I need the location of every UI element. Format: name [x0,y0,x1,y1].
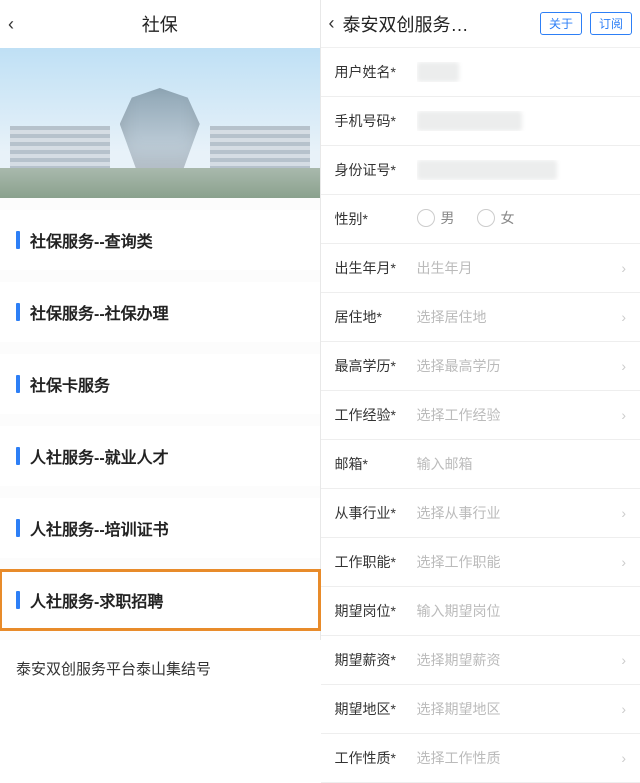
field-value: 1＊＊＊＊ ＊ [417,111,627,131]
category-item[interactable]: 人社服务--就业人才 [0,426,320,486]
social-insurance-panel: ‹ 社保 社保服务--查询类社保服务--社保办理社保卡服务人社服务--就业人才人… [0,0,321,640]
hero-image [0,48,320,198]
form-row[interactable]: 期望岗位*输入期望岗位 [321,587,640,636]
field-label: 性别* [335,209,417,229]
gender-group: 男女 [417,208,627,230]
field-label: 身份证号* [335,160,417,180]
field-label: 期望薪资* [335,650,417,670]
category-item[interactable]: 社保卡服务 [0,354,320,414]
field-placeholder: 选择期望薪资 [417,650,616,670]
field-placeholder: 输入邮箱 [417,454,627,474]
form-row[interactable]: 从事行业*选择从事行业 › [321,489,640,538]
field-placeholder: 选择最高学历 [417,356,616,376]
form-row[interactable]: 邮箱*输入邮箱 [321,440,640,489]
back-icon[interactable]: ‹ [329,13,335,34]
chevron-right-icon: › [621,407,626,423]
field-label: 用户姓名* [335,62,417,82]
category-item[interactable]: 人社服务--培训证书 [0,498,320,558]
subscribe-button[interactable]: 订阅 [590,12,632,35]
field-label: 期望地区* [335,699,417,719]
chevron-right-icon: › [621,260,626,276]
chevron-right-icon: › [621,701,626,717]
chevron-right-icon: › [621,554,626,570]
about-button[interactable]: 关于 [540,12,582,35]
radio-circle-icon [477,209,495,227]
field-label: 期望岗位* [335,601,417,621]
field-label: 工作职能* [335,552,417,572]
form-row[interactable]: 工作性质*选择工作性质 › [321,734,640,783]
accent-bar [16,303,20,321]
category-label: 社保卡服务 [30,372,110,396]
category-list: 社保服务--查询类社保服务--社保办理社保卡服务人社服务--就业人才人社服务--… [0,210,320,630]
form-row[interactable]: 最高学历*选择最高学历 › [321,342,640,391]
field-placeholder: 选择工作职能 [417,552,616,572]
category-label: 社保服务--社保办理 [30,300,169,324]
field-placeholder: 选择工作性质 [417,748,616,768]
field-placeholder: 选择从事行业 [417,503,616,523]
field-label: 工作经验* [335,405,417,425]
accent-bar [16,591,20,609]
form-row[interactable]: 手机号码*1＊＊＊＊ ＊ [321,97,640,146]
category-item[interactable]: 社保服务--社保办理 [0,282,320,342]
form-row[interactable]: 身份证号*＊＊＊＊＊＊＊＊＊＊ [321,146,640,195]
form-row[interactable]: 性别*男女 [321,195,640,244]
radio-female[interactable]: 女 [477,208,515,228]
right-title: 泰安双创服务… [343,11,532,37]
accent-bar [16,447,20,465]
chevron-right-icon: › [621,505,626,521]
field-label: 手机号码* [335,111,417,131]
field-label: 出生年月* [335,258,417,278]
accent-bar [16,519,20,537]
field-label: 邮箱* [335,454,417,474]
field-value: ＊ 亮 [417,62,627,82]
form-row[interactable]: 期望地区*选择期望地区 › [321,685,640,734]
brand-footer: 泰安双创服务平台泰山集结号 [0,642,320,695]
category-label: 人社服务--就业人才 [30,444,169,468]
form-row[interactable]: 用户姓名*＊ 亮 [321,48,640,97]
back-icon[interactable]: ‹ [8,14,14,35]
chevron-right-icon: › [621,309,626,325]
profile-form: 用户姓名*＊ 亮手机号码*1＊＊＊＊ ＊身份证号*＊＊＊＊＊＊＊＊＊＊性别*男女… [321,48,640,783]
form-row[interactable]: 出生年月*出生年月 › [321,244,640,293]
left-header: ‹ 社保 [0,0,320,48]
radio-label: 女 [501,208,515,228]
field-value: ＊＊＊＊＊＊＊＊＊＊ [417,160,627,180]
chevron-right-icon: › [621,750,626,766]
accent-bar [16,231,20,249]
form-row[interactable]: 工作经验*选择工作经验 › [321,391,640,440]
field-placeholder: 选择工作经验 [417,405,616,425]
category-label: 人社服务-求职招聘 [30,588,163,612]
field-placeholder: 输入期望岗位 [417,601,627,621]
radio-male[interactable]: 男 [417,208,455,228]
form-row[interactable]: 工作职能*选择工作职能 › [321,538,640,587]
category-label: 社保服务--查询类 [30,228,153,252]
field-label: 最高学历* [335,356,417,376]
field-label: 居住地* [335,307,417,327]
chevron-right-icon: › [621,652,626,668]
category-item[interactable]: 人社服务-求职招聘 [0,570,320,630]
left-title: 社保 [142,11,178,37]
category-item[interactable]: 社保服务--查询类 [0,210,320,270]
field-placeholder: 选择期望地区 [417,699,616,719]
form-row[interactable]: 居住地*选择居住地 › [321,293,640,342]
field-label: 从事行业* [335,503,417,523]
form-row[interactable]: 期望薪资*选择期望薪资 › [321,636,640,685]
field-label: 工作性质* [335,748,417,768]
radio-circle-icon [417,209,435,227]
radio-label: 男 [441,208,455,228]
accent-bar [16,375,20,393]
category-label: 人社服务--培训证书 [30,516,169,540]
right-header: ‹ 泰安双创服务… 关于 订阅 [321,0,640,48]
profile-form-panel: ‹ 泰安双创服务… 关于 订阅 用户姓名*＊ 亮手机号码*1＊＊＊＊ ＊身份证号… [321,0,640,640]
field-placeholder: 选择居住地 [417,307,616,327]
field-placeholder: 出生年月 [417,258,616,278]
chevron-right-icon: › [621,358,626,374]
